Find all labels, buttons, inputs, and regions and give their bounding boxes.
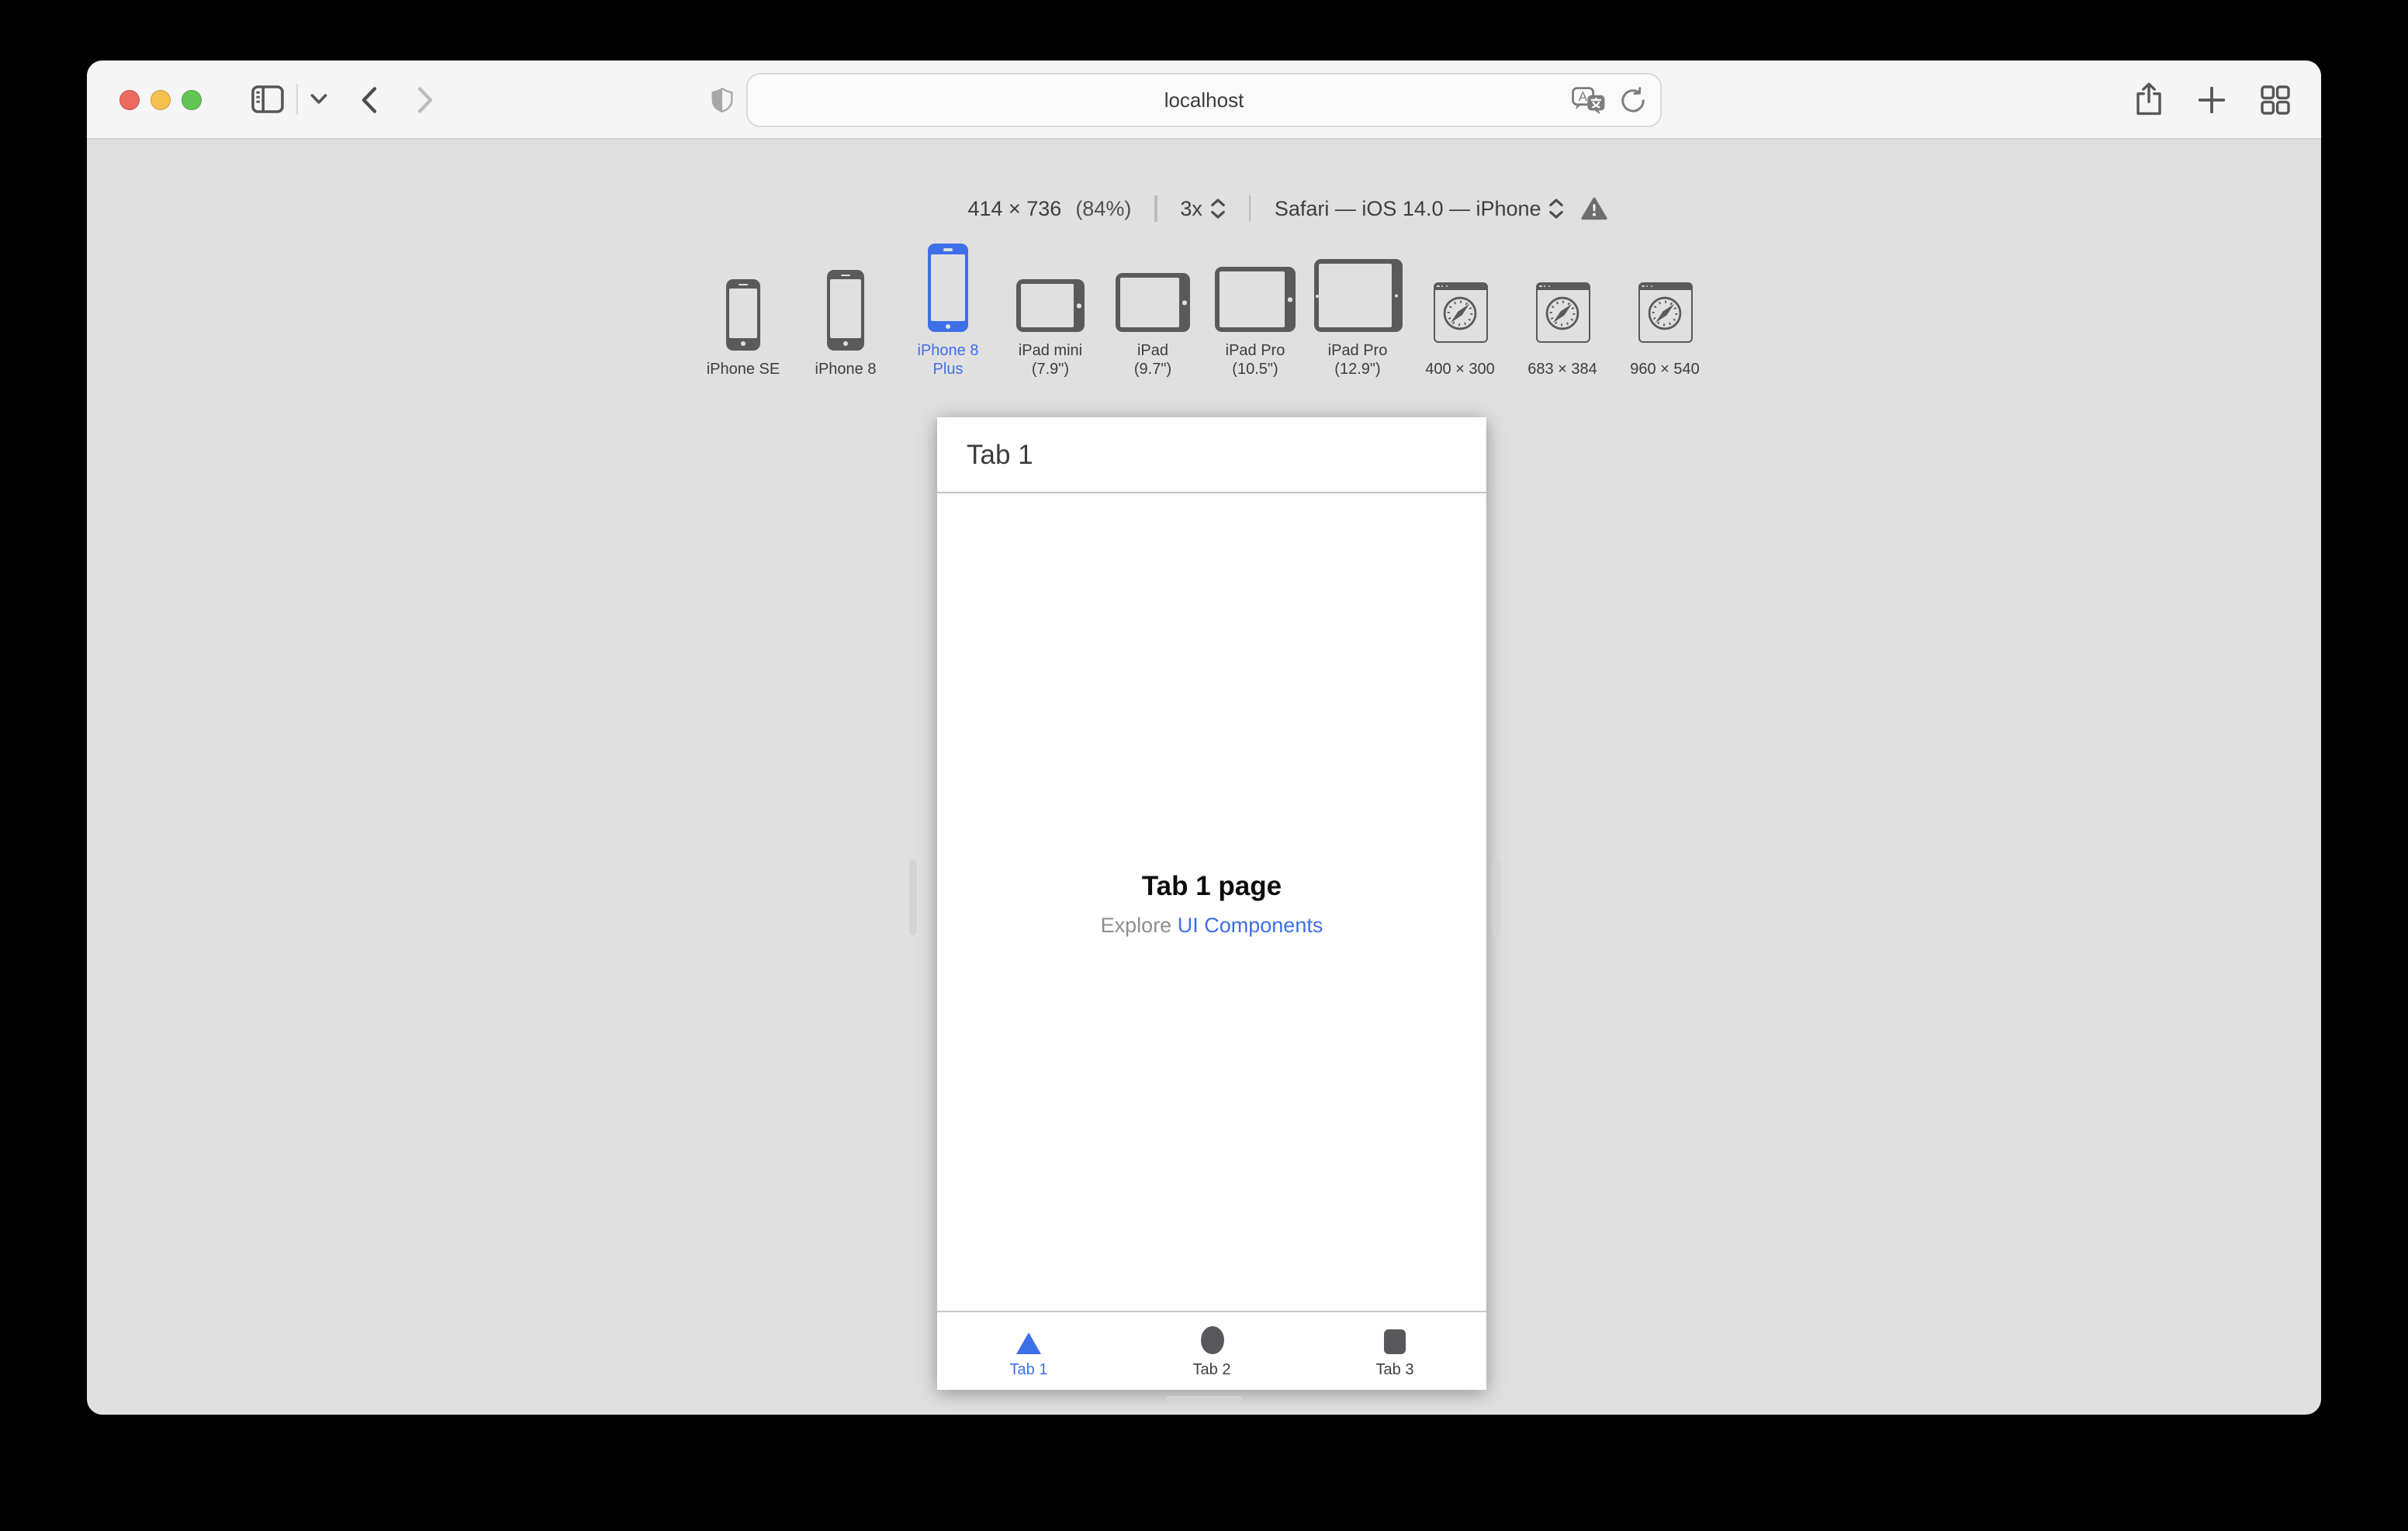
page-nav-bar: Tab 1 [937,417,1486,493]
forward-button[interactable] [417,86,433,112]
iphone-icon [726,278,760,350]
square-icon [1384,1329,1406,1354]
tab-overview-icon [2261,85,2290,114]
forward-arrow-icon [417,86,433,112]
user-agent-stepper[interactable] [1549,199,1565,219]
translate-icon: A [1572,86,1605,114]
new-tab-button[interactable] [2199,86,2225,112]
tab-2[interactable]: Tab 2 [1120,1312,1303,1390]
sidebar-toggle-button[interactable] [251,85,284,113]
page-tab-bar: Tab 1 Tab 2 Tab 3 [937,1311,1486,1390]
share-icon [2136,82,2161,116]
minimize-button[interactable] [150,89,171,109]
traffic-lights [119,89,202,109]
compass-icon [1648,296,1682,330]
iphone-icon-selected [928,244,968,332]
simulated-viewport: Tab 1 Tab 1 page Explore UI Components T… [937,417,1486,1390]
ipad-icon [1313,259,1402,332]
plus-icon [2199,86,2225,112]
toolbar-divider [296,84,298,115]
device-iphone-8-plus[interactable]: iPhone 8 Plus [901,242,995,378]
device-selector-row: iPhone SE iPhone 8 iPhone 8 Plus iPad min… [87,242,2321,378]
device-ipad-pro-12-9[interactable]: iPad Pro (12.9") [1311,242,1404,378]
divider [1154,195,1157,222]
translate-button[interactable]: A [1572,86,1606,114]
reload-button[interactable] [1620,86,1646,114]
sidebar-icon [251,85,284,113]
chevron-down-icon [310,94,327,104]
safari-window-icon [1535,282,1590,342]
url-text: localhost [1164,88,1244,112]
page-nav-title: Tab 1 [967,439,1033,470]
user-agent-label: Safari — iOS 14.0 — iPhone [1274,197,1541,220]
pixel-ratio-stepper[interactable] [1210,199,1226,219]
resize-handle-left[interactable] [909,859,917,935]
device-custom-400x300[interactable]: 400 × 300 [1413,260,1507,378]
device-ipad-9-7[interactable]: iPad (9.7") [1106,242,1199,378]
page-content: Tab 1 page Explore UI Components [937,493,1486,1312]
warning-triangle-icon [1581,197,1608,220]
circle-icon [1200,1325,1223,1354]
safari-window-icon [1638,282,1692,342]
rdm-settings-row: 414 × 736 (84%) 3x Safari — iOS 14.0 — i… [171,195,2321,222]
device-ipad-mini[interactable]: iPad mini (7.9") [1004,242,1097,378]
up-down-stepper-icon [1549,199,1564,219]
ipad-icon [1116,273,1190,332]
screen: localhost A 414 × 736 (84%) 3x Safari — … [0,0,2408,1531]
close-button[interactable] [119,89,140,109]
back-button[interactable] [362,86,377,112]
device-custom-683x384[interactable]: 683 × 384 [1516,260,1609,378]
reload-icon [1621,86,1645,112]
browser-toolbar: localhost A [87,60,2321,140]
zoom-button[interactable] [182,89,202,109]
ui-components-link[interactable]: UI Components [1178,913,1323,936]
url-field[interactable]: localhost A [746,73,1662,127]
page-title: Tab 1 page [1141,869,1282,900]
safari-window: localhost A 414 × 736 (84%) 3x Safari — … [87,60,2321,1415]
svg-text:A: A [1579,88,1588,103]
device-ipad-pro-10-5[interactable]: iPad Pro (10.5") [1209,242,1302,378]
warning-button[interactable] [1581,197,1608,220]
privacy-shield-icon [711,87,733,112]
resize-handle-right[interactable] [1493,859,1500,935]
device-iphone-se[interactable]: iPhone SE [697,260,790,378]
viewport-size-label: 414 × 736 [967,197,1062,220]
compass-icon [1443,296,1477,330]
zoom-percent-label: (84%) [1075,197,1132,220]
up-down-stepper-icon [1211,199,1225,219]
privacy-report-button[interactable] [711,84,734,124]
pixel-ratio-label: 3x [1180,197,1202,220]
explore-prefix: Explore [1100,913,1172,936]
tab-3[interactable]: Tab 3 [1303,1312,1486,1390]
tab-1[interactable]: Tab 1 [937,1312,1120,1390]
safari-window-icon [1433,282,1487,342]
device-iphone-8[interactable]: iPhone 8 [799,260,892,378]
divider [1248,195,1251,222]
tab-overview-button[interactable] [2261,85,2290,114]
compass-icon [1545,296,1579,330]
back-arrow-icon [362,86,377,112]
sidebar-menu-chevron[interactable] [310,93,327,105]
iphone-icon [827,269,864,350]
ipad-icon [1016,279,1085,332]
triangle-icon [1016,1332,1041,1354]
device-custom-960x540[interactable]: 960 × 540 [1618,260,1711,378]
resize-handle-bottom[interactable] [1165,1396,1243,1404]
share-button[interactable] [2135,82,2163,116]
explore-line: Explore UI Components [1101,913,1323,936]
ipad-icon [1215,267,1296,332]
